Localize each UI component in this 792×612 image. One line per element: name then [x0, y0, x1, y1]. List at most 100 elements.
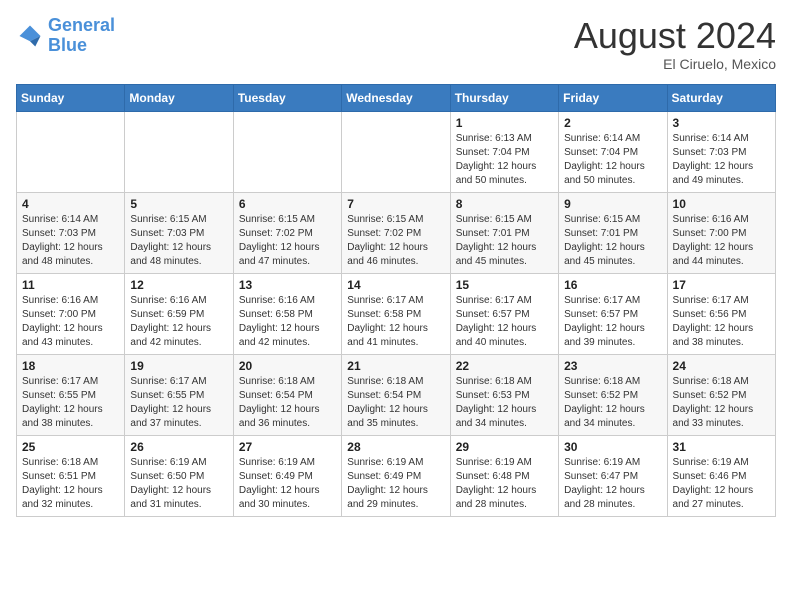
day-info: Sunrise: 6:19 AM Sunset: 6:50 PM Dayligh… [130, 456, 227, 512]
calendar-table: SundayMondayTuesdayWednesdayThursdayFrid… [16, 84, 776, 517]
calendar-cell: 11 Sunrise: 6:16 AM Sunset: 7:00 PM Dayli… [17, 273, 125, 354]
day-info: Sunrise: 6:14 AM Sunset: 7:03 PM Dayligh… [22, 213, 119, 269]
calendar-cell [125, 111, 233, 192]
day-info: Sunrise: 6:18 AM Sunset: 6:53 PM Dayligh… [456, 375, 553, 431]
calendar-cell: 1 Sunrise: 6:13 AM Sunset: 7:04 PM Daylig… [450, 111, 558, 192]
day-number: 26 [130, 440, 227, 454]
calendar-cell: 31 Sunrise: 6:19 AM Sunset: 6:46 PM Dayli… [667, 435, 775, 516]
calendar-cell [342, 111, 450, 192]
day-info: Sunrise: 6:16 AM Sunset: 6:59 PM Dayligh… [130, 294, 227, 350]
day-number: 13 [239, 278, 336, 292]
day-number: 12 [130, 278, 227, 292]
calendar-header-cell: Monday [125, 84, 233, 111]
day-info: Sunrise: 6:18 AM Sunset: 6:52 PM Dayligh… [564, 375, 661, 431]
calendar-cell: 15Sunrise: 6:17 AM Sunset: 6:57 PM Dayli… [450, 273, 558, 354]
calendar-cell: 21Sunrise: 6:18 AM Sunset: 6:54 PM Dayli… [342, 354, 450, 435]
day-info: Sunrise: 6:14 AM Sunset: 7:04 PM Dayligh… [564, 132, 661, 188]
day-number: 19 [130, 359, 227, 373]
calendar-cell: 24 Sunrise: 6:18 AM Sunset: 6:52 PM Dayli… [667, 354, 775, 435]
day-number: 11 [22, 278, 119, 292]
main-title: August 2024 [574, 16, 776, 56]
calendar-header-row: SundayMondayTuesdayWednesdayThursdayFrid… [17, 84, 776, 111]
calendar-cell: 20 Sunrise: 6:18 AM Sunset: 6:54 PM Dayli… [233, 354, 341, 435]
day-info: Sunrise: 6:18 AM Sunset: 6:51 PM Dayligh… [22, 456, 119, 512]
calendar-cell: 4 Sunrise: 6:14 AM Sunset: 7:03 PM Daylig… [17, 192, 125, 273]
day-info: Sunrise: 6:19 AM Sunset: 6:49 PM Dayligh… [347, 456, 444, 512]
calendar-header-cell: Thursday [450, 84, 558, 111]
day-info: Sunrise: 6:15 AM Sunset: 7:03 PM Dayligh… [130, 213, 227, 269]
calendar-cell: 8 Sunrise: 6:15 AM Sunset: 7:01 PM Daylig… [450, 192, 558, 273]
day-number: 20 [239, 359, 336, 373]
calendar-cell: 10 Sunrise: 6:16 AM Sunset: 7:00 PM Dayli… [667, 192, 775, 273]
day-number: 5 [130, 197, 227, 211]
calendar-header-cell: Tuesday [233, 84, 341, 111]
calendar-cell: 9 Sunrise: 6:15 AM Sunset: 7:01 PM Daylig… [559, 192, 667, 273]
calendar-cell: 16Sunrise: 6:17 AM Sunset: 6:57 PM Dayli… [559, 273, 667, 354]
day-info: Sunrise: 6:19 AM Sunset: 6:49 PM Dayligh… [239, 456, 336, 512]
calendar-header-cell: Wednesday [342, 84, 450, 111]
day-number: 27 [239, 440, 336, 454]
calendar-cell: 30 Sunrise: 6:19 AM Sunset: 6:47 PM Dayli… [559, 435, 667, 516]
calendar-cell: 14Sunrise: 6:17 AM Sunset: 6:58 PM Dayli… [342, 273, 450, 354]
day-number: 6 [239, 197, 336, 211]
page-header: General Blue August 2024 El Ciruelo, Mex… [16, 16, 776, 72]
day-number: 2 [564, 116, 661, 130]
day-number: 8 [456, 197, 553, 211]
day-info: Sunrise: 6:15 AM Sunset: 7:01 PM Dayligh… [564, 213, 661, 269]
day-number: 4 [22, 197, 119, 211]
day-info: Sunrise: 6:14 AM Sunset: 7:03 PM Dayligh… [673, 132, 770, 188]
day-number: 18 [22, 359, 119, 373]
calendar-cell: 3Sunrise: 6:14 AM Sunset: 7:03 PM Daylig… [667, 111, 775, 192]
day-info: Sunrise: 6:15 AM Sunset: 7:01 PM Dayligh… [456, 213, 553, 269]
calendar-cell: 22 Sunrise: 6:18 AM Sunset: 6:53 PM Dayli… [450, 354, 558, 435]
calendar-cell: 13 Sunrise: 6:16 AM Sunset: 6:58 PM Dayli… [233, 273, 341, 354]
day-number: 17 [673, 278, 770, 292]
day-info: Sunrise: 6:17 AM Sunset: 6:56 PM Dayligh… [673, 294, 770, 350]
calendar-body: 1 Sunrise: 6:13 AM Sunset: 7:04 PM Daylig… [17, 111, 776, 516]
day-info: Sunrise: 6:19 AM Sunset: 6:47 PM Dayligh… [564, 456, 661, 512]
day-number: 22 [456, 359, 553, 373]
calendar-cell: 12 Sunrise: 6:16 AM Sunset: 6:59 PM Dayli… [125, 273, 233, 354]
day-number: 29 [456, 440, 553, 454]
day-info: Sunrise: 6:18 AM Sunset: 6:52 PM Dayligh… [673, 375, 770, 431]
day-number: 10 [673, 197, 770, 211]
calendar-header-cell: Saturday [667, 84, 775, 111]
day-number: 14 [347, 278, 444, 292]
calendar-cell: 19Sunrise: 6:17 AM Sunset: 6:55 PM Dayli… [125, 354, 233, 435]
calendar-cell: 7Sunrise: 6:15 AM Sunset: 7:02 PM Daylig… [342, 192, 450, 273]
day-number: 28 [347, 440, 444, 454]
logo-line1: General [48, 15, 115, 35]
title-block: August 2024 El Ciruelo, Mexico [574, 16, 776, 72]
day-number: 9 [564, 197, 661, 211]
day-number: 30 [564, 440, 661, 454]
logo: General Blue [16, 16, 115, 56]
day-number: 15 [456, 278, 553, 292]
calendar-cell: 18Sunrise: 6:17 AM Sunset: 6:55 PM Dayli… [17, 354, 125, 435]
calendar-cell: 6Sunrise: 6:15 AM Sunset: 7:02 PM Daylig… [233, 192, 341, 273]
day-number: 1 [456, 116, 553, 130]
calendar-week-row: 1 Sunrise: 6:13 AM Sunset: 7:04 PM Daylig… [17, 111, 776, 192]
day-number: 24 [673, 359, 770, 373]
day-info: Sunrise: 6:17 AM Sunset: 6:57 PM Dayligh… [564, 294, 661, 350]
calendar-week-row: 25 Sunrise: 6:18 AM Sunset: 6:51 PM Dayli… [17, 435, 776, 516]
day-info: Sunrise: 6:16 AM Sunset: 7:00 PM Dayligh… [673, 213, 770, 269]
calendar-week-row: 11 Sunrise: 6:16 AM Sunset: 7:00 PM Dayli… [17, 273, 776, 354]
day-number: 7 [347, 197, 444, 211]
day-info: Sunrise: 6:16 AM Sunset: 6:58 PM Dayligh… [239, 294, 336, 350]
day-info: Sunrise: 6:16 AM Sunset: 7:00 PM Dayligh… [22, 294, 119, 350]
logo-line2: Blue [48, 35, 87, 55]
day-number: 25 [22, 440, 119, 454]
day-info: Sunrise: 6:19 AM Sunset: 6:46 PM Dayligh… [673, 456, 770, 512]
calendar-cell: 28 Sunrise: 6:19 AM Sunset: 6:49 PM Dayli… [342, 435, 450, 516]
day-info: Sunrise: 6:19 AM Sunset: 6:48 PM Dayligh… [456, 456, 553, 512]
day-info: Sunrise: 6:18 AM Sunset: 6:54 PM Dayligh… [239, 375, 336, 431]
subtitle: El Ciruelo, Mexico [574, 56, 776, 72]
day-number: 31 [673, 440, 770, 454]
day-info: Sunrise: 6:13 AM Sunset: 7:04 PM Dayligh… [456, 132, 553, 188]
calendar-cell: 26 Sunrise: 6:19 AM Sunset: 6:50 PM Dayli… [125, 435, 233, 516]
calendar-cell: 17 Sunrise: 6:17 AM Sunset: 6:56 PM Dayli… [667, 273, 775, 354]
calendar-cell: 5 Sunrise: 6:15 AM Sunset: 7:03 PM Daylig… [125, 192, 233, 273]
calendar-week-row: 4 Sunrise: 6:14 AM Sunset: 7:03 PM Daylig… [17, 192, 776, 273]
calendar-cell [17, 111, 125, 192]
calendar-cell: 23Sunrise: 6:18 AM Sunset: 6:52 PM Dayli… [559, 354, 667, 435]
